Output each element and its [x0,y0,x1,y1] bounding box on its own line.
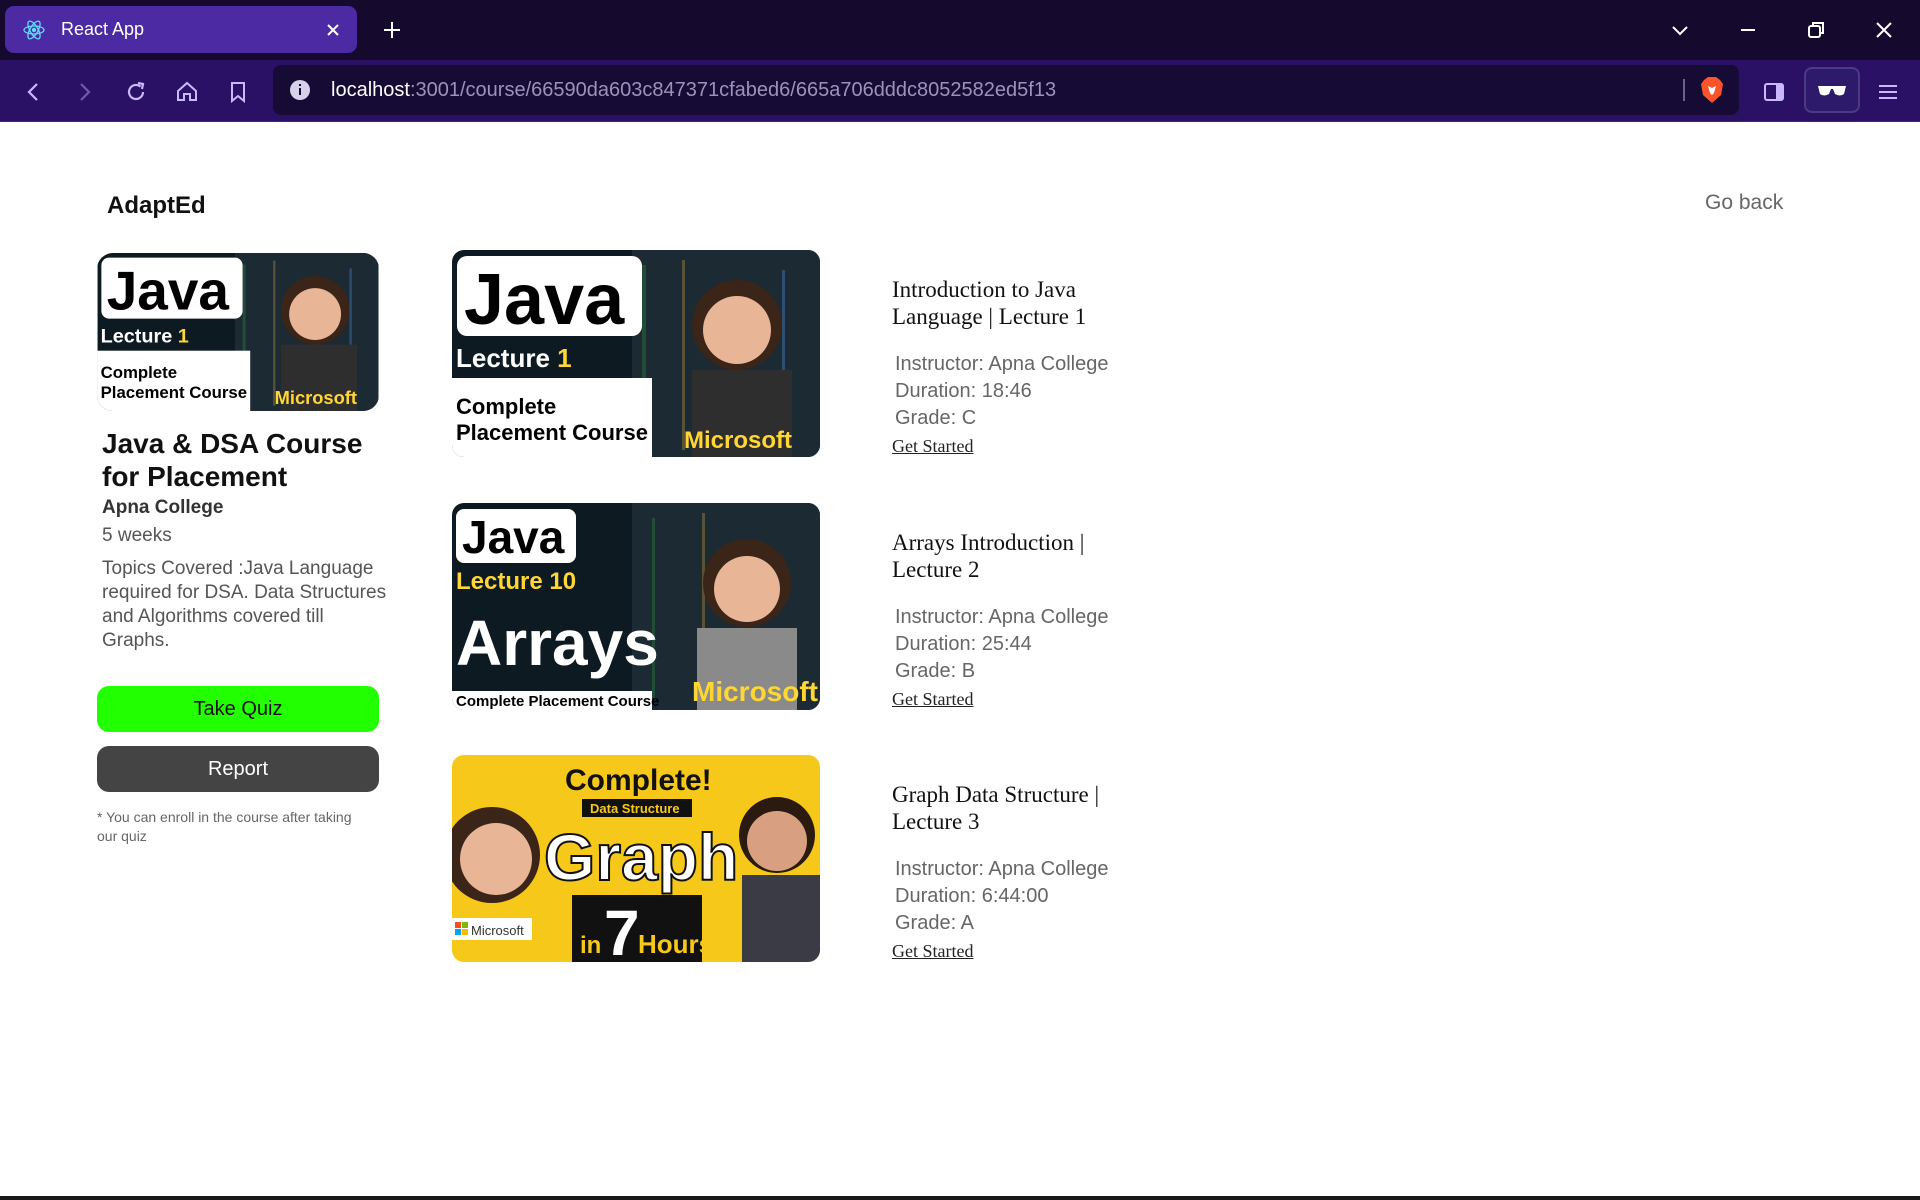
reload-icon[interactable] [120,76,152,108]
react-logo-icon [21,17,47,43]
lecture-instructor: Instructor: Apna College [895,353,1109,375]
thumb-placement: Placement Course [456,420,648,445]
lecture-duration: Duration: 18:46 [895,380,1032,402]
thumb-in: in [580,932,601,959]
lecture-thumbnail[interactable]: Java Lecture 10 Arrays Complete Placemen… [452,503,820,710]
bookmark-icon[interactable] [222,76,254,108]
thumb-complete: Complete! [565,764,712,797]
lecture-duration: Duration: 6:44:00 [895,885,1049,907]
svg-text:Lecture 1: Lecture 1 [456,343,572,373]
get-started-link[interactable]: Get Started [892,436,973,457]
thumb-java-text: Java [462,511,565,563]
lecture-grade: Grade: C [895,407,977,429]
forward-arrow-icon[interactable] [68,76,100,108]
thumb-placement: Complete Placement Course [456,693,659,710]
thumb-complete: Complete [456,394,556,419]
lecture-instructor: Instructor: Apna College [895,606,1109,628]
thumb-java-text: Java [464,260,625,340]
thumb-lecture-label: Lecture [456,568,549,595]
thumb-microsoft: Microsoft [275,387,357,408]
go-back-link[interactable]: Go back [1705,191,1783,215]
svg-text:Lecture 10: Lecture 10 [456,568,576,595]
minimize-icon[interactable] [1732,14,1764,46]
course-thumbnail: Java Lecture 1 Complete Placement Course… [97,253,379,411]
lecture-thumbnail[interactable]: Complete! Data Structure Graph in 7 Hour… [452,755,820,962]
thumb-placement: Placement Course [101,383,247,402]
thumb-complete: Complete [101,363,177,382]
lecture-duration: Duration: 25:44 [895,633,1032,655]
course-topics: Topics Covered :Java Language required f… [102,558,387,651]
bottom-edge [0,1196,1920,1200]
browser-tab-active[interactable]: React App [5,6,357,53]
tab-list-chevron-down-icon[interactable] [1664,14,1696,46]
report-button[interactable]: Report [97,746,379,792]
lecture-info: Instructor: Apna College Duration: 25:44… [895,604,1108,685]
course-duration: 5 weeks [102,525,172,546]
site-info-icon[interactable] [287,77,313,103]
lecture-title: Arrays Introduction | Lecture 2 [892,530,1085,582]
thumb-lecture-label: Lecture [101,325,178,347]
thumb-microsoft: Microsoft [684,427,792,454]
new-tab-icon[interactable] [376,14,408,46]
enroll-note: * You can enroll in the course after tak… [97,809,352,844]
course-instructor: Apna College [102,497,224,518]
brand-logo: AdaptEd [107,192,206,219]
tab-title: React App [61,19,145,39]
restore-icon[interactable] [1800,14,1832,46]
thumb-lecture-label: Lecture [456,343,557,373]
lecture-item: Java Lecture 1 Complete Placement Course… [452,250,1452,457]
hamburger-menu-icon[interactable] [1872,76,1904,108]
get-started-link[interactable]: Get Started [892,941,973,962]
lecture-item: Complete! Data Structure Graph in 7 Hour… [452,755,1452,962]
thumb-arrays-text: Arrays [456,607,659,679]
reader-mode-glasses-icon[interactable] [1804,67,1860,113]
browser-tab-bar: React App [0,0,1920,60]
thumb-seven: 7 [604,897,640,962]
lecture-info: Instructor: Apna College Duration: 18:46… [895,351,1108,432]
course-title: Java & DSA Course for Placement [102,428,363,492]
lecture-grade: Grade: B [895,660,976,682]
close-tab-icon[interactable] [317,14,349,46]
url-text[interactable]: localhost:3001/course/66590da603c847371c… [331,65,1056,115]
lecture-instructor: Instructor: Apna College [895,858,1109,880]
sidebar-toggle-icon[interactable] [1758,76,1790,108]
page-content: AdaptEd Go back Java Lecture 1 Complete … [0,122,1920,1200]
get-started-link[interactable]: Get Started [892,689,973,710]
thumb-microsoft: Microsoft [471,923,524,938]
thumb-microsoft: Microsoft [692,676,818,707]
lecture-thumbnail[interactable]: Java Lecture 1 Complete Placement Course… [452,250,820,457]
lecture-grade: Grade: A [895,912,974,934]
lecture-title: Introduction to Java Language | Lecture … [892,277,1087,329]
address-bar[interactable]: localhost:3001/course/66590da603c847371c… [273,65,1739,115]
lecture-title: Graph Data Structure | Lecture 3 [892,782,1100,834]
thumb-java-text: Java [107,259,230,321]
lecture-item: Java Lecture 10 Arrays Complete Placemen… [452,503,1452,710]
browser-toolbar: localhost:3001/course/66590da603c847371c… [0,60,1920,122]
thumb-hours: Hours [638,929,713,959]
svg-text:Lecture 1: Lecture 1 [101,325,189,347]
course-card: Java Lecture 1 Complete Placement Course… [97,253,386,653]
home-icon[interactable] [171,76,203,108]
lecture-info: Instructor: Apna College Duration: 6:44:… [895,856,1108,937]
take-quiz-button[interactable]: Take Quiz [97,686,379,732]
close-window-icon[interactable] [1868,14,1900,46]
address-separator [1683,79,1685,101]
back-arrow-icon[interactable] [18,76,50,108]
thumb-graph-text: Graph [544,820,738,894]
thumb-data-structure: Data Structure [590,801,680,816]
brave-shield-icon[interactable] [1697,75,1727,105]
